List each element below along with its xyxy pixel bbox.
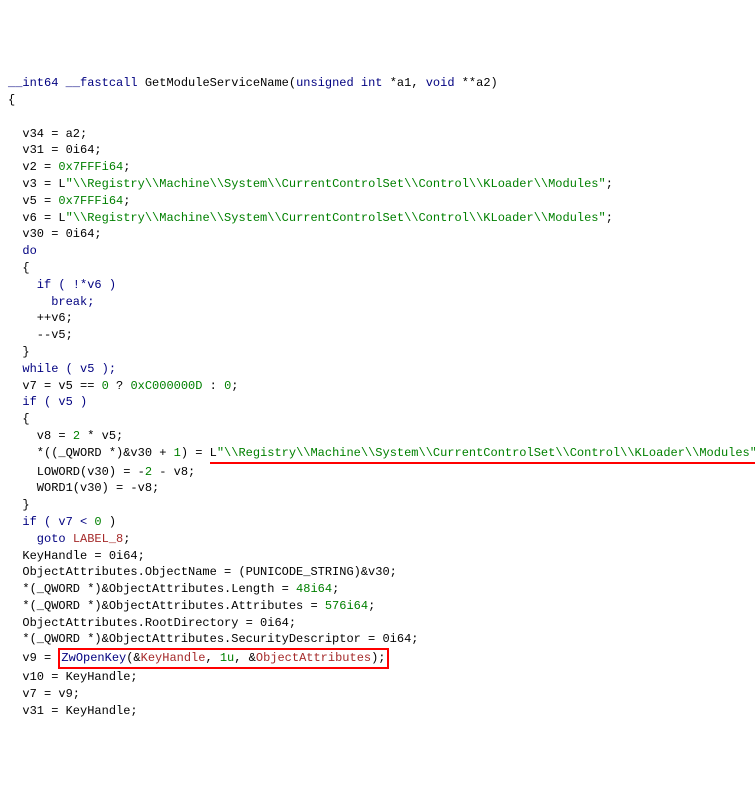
semi: ; bbox=[606, 177, 613, 191]
semi: ; bbox=[231, 379, 238, 393]
const: 0 bbox=[102, 379, 109, 393]
paren: (& bbox=[126, 651, 140, 665]
semi: ; bbox=[332, 582, 339, 596]
label8: LABEL_8 bbox=[73, 532, 123, 546]
code-line: ++v6; bbox=[8, 311, 73, 325]
calling-conv: __fastcall bbox=[66, 76, 138, 90]
op: - v8; bbox=[152, 465, 195, 479]
if-keyword: if ( v7 < bbox=[8, 515, 94, 529]
code-label: v2 = bbox=[8, 160, 58, 174]
objattr: ObjectAttributes bbox=[256, 651, 371, 665]
paren: ); bbox=[371, 651, 385, 665]
comma: , bbox=[205, 651, 219, 665]
semi: ; bbox=[123, 160, 130, 174]
op: ) = bbox=[181, 446, 210, 460]
registry-path: "\\Registry\\Machine\\System\\CurrentCon… bbox=[66, 177, 606, 191]
p2-name: **a2 bbox=[462, 76, 491, 90]
while-keyword: while ( v5 ); bbox=[8, 362, 116, 376]
const: 0x7FFFi64 bbox=[58, 160, 123, 174]
registry-path: "\\Registry\\Machine\\System\\CurrentCon… bbox=[66, 211, 606, 225]
semi: ; bbox=[123, 532, 130, 546]
code-label: v8 = bbox=[8, 429, 73, 443]
if-keyword: if ( !*v6 ) bbox=[8, 278, 116, 292]
const: 0xC000000D bbox=[130, 379, 202, 393]
brace: } bbox=[8, 498, 30, 512]
const: 576i64 bbox=[325, 599, 368, 613]
brace: { bbox=[8, 261, 30, 275]
registry-path: "\\Registry\\Machine\\System\\CurrentCon… bbox=[217, 446, 755, 460]
const: 2 bbox=[145, 465, 152, 479]
highlighted-path: L"\\Registry\\Machine\\System\\CurrentCo… bbox=[210, 445, 755, 464]
code-line: --v5; bbox=[8, 328, 73, 342]
code-line: v34 = a2; bbox=[8, 127, 87, 141]
L-prefix: L bbox=[58, 177, 65, 191]
p1-type: unsigned int bbox=[296, 76, 382, 90]
comma: , & bbox=[234, 651, 256, 665]
code-line: ObjectAttributes.RootDirectory = 0i64; bbox=[8, 616, 296, 630]
code-line: ObjectAttributes.ObjectName = (PUNICODE_… bbox=[8, 565, 397, 579]
if-keyword: if ( v5 ) bbox=[8, 395, 87, 409]
goto-keyword: goto bbox=[8, 532, 73, 546]
brace: } bbox=[8, 345, 30, 359]
return-type: __int64 bbox=[8, 76, 58, 90]
L-prefix: L bbox=[58, 211, 65, 225]
const: 48i64 bbox=[296, 582, 332, 596]
code-label: v5 = bbox=[8, 194, 58, 208]
op: : bbox=[202, 379, 224, 393]
code-label: v7 = v5 == bbox=[8, 379, 102, 393]
do-keyword: do bbox=[8, 244, 37, 258]
code-line: *(_QWORD *)&ObjectAttributes.SecurityDes… bbox=[8, 632, 418, 646]
fn-zwopen: ZwOpenKey bbox=[61, 651, 126, 665]
code-line: v31 = KeyHandle; bbox=[8, 704, 138, 718]
code-label: v3 = bbox=[8, 177, 58, 191]
code-label: v9 = bbox=[8, 651, 58, 665]
code-line: v10 = KeyHandle; bbox=[8, 670, 138, 684]
const: 0 bbox=[94, 515, 101, 529]
p1-name: *a1 bbox=[390, 76, 412, 90]
code-label: LOWORD(v30) = - bbox=[8, 465, 145, 479]
const: 2 bbox=[73, 429, 80, 443]
code-label: *(_QWORD *)&ObjectAttributes.Length = bbox=[8, 582, 296, 596]
L-prefix: L bbox=[210, 446, 217, 460]
code-line: v31 = 0i64; bbox=[8, 143, 102, 157]
paren: ) bbox=[109, 515, 116, 529]
fn-name: GetModuleServiceName bbox=[145, 76, 289, 90]
brace: { bbox=[8, 412, 30, 426]
semi: ; bbox=[606, 211, 613, 225]
code-line: v7 = v9; bbox=[8, 687, 80, 701]
const: 1u bbox=[220, 651, 234, 665]
p2-type: void bbox=[426, 76, 455, 90]
highlighted-call: ZwOpenKey(&KeyHandle, 1u, &ObjectAttribu… bbox=[58, 648, 388, 669]
op: * v5; bbox=[80, 429, 123, 443]
code-label: *(_QWORD *)&ObjectAttributes.Attributes … bbox=[8, 599, 325, 613]
keyhandle: KeyHandle bbox=[141, 651, 206, 665]
break-keyword: break; bbox=[8, 295, 94, 309]
const: 0x7FFFi64 bbox=[58, 194, 123, 208]
code-line: KeyHandle = 0i64; bbox=[8, 549, 145, 563]
code-label: v6 = bbox=[8, 211, 58, 225]
semi: ; bbox=[123, 194, 130, 208]
op: ? bbox=[109, 379, 131, 393]
code-line: v30 = 0i64; bbox=[8, 227, 102, 241]
const: 1 bbox=[174, 446, 181, 460]
code-line: WORD1(v30) = -v8; bbox=[8, 481, 159, 495]
semi: ; bbox=[368, 599, 375, 613]
code-label: *((_QWORD *)&v30 + bbox=[8, 446, 174, 460]
